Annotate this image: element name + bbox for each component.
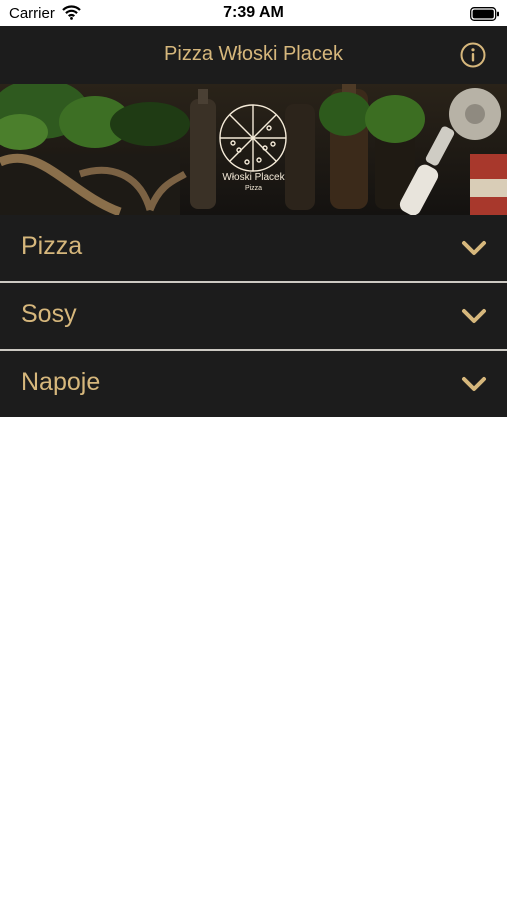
navigation-bar: Pizza Włoski Placek (0, 26, 507, 84)
logo-subtitle: Pizza (244, 185, 263, 192)
category-label: Napoje (21, 368, 101, 396)
status-time: 7:39 AM (223, 4, 284, 21)
banner-image: Włoski Placek Pizza (0, 84, 507, 215)
page-title: Pizza Włoski Placek (164, 43, 343, 65)
category-label: Pizza (21, 232, 83, 260)
category-row-pizza[interactable]: Pizza (0, 215, 507, 281)
chevron-down-icon (462, 377, 486, 391)
category-row-napoje[interactable]: Napoje (0, 349, 507, 417)
info-icon (460, 42, 486, 68)
battery-icon (470, 7, 500, 21)
category-label: Sosy (21, 300, 77, 328)
chevron-down-icon (462, 241, 486, 255)
category-row-sosy[interactable]: Sosy (0, 281, 507, 349)
info-button[interactable] (460, 42, 486, 68)
category-list: Pizza Sosy Napoje (0, 215, 507, 417)
chevron-down-icon (462, 309, 486, 323)
status-bar: Carrier 7:39 AM (0, 0, 507, 26)
logo-name: Włoski Placek (222, 172, 285, 183)
